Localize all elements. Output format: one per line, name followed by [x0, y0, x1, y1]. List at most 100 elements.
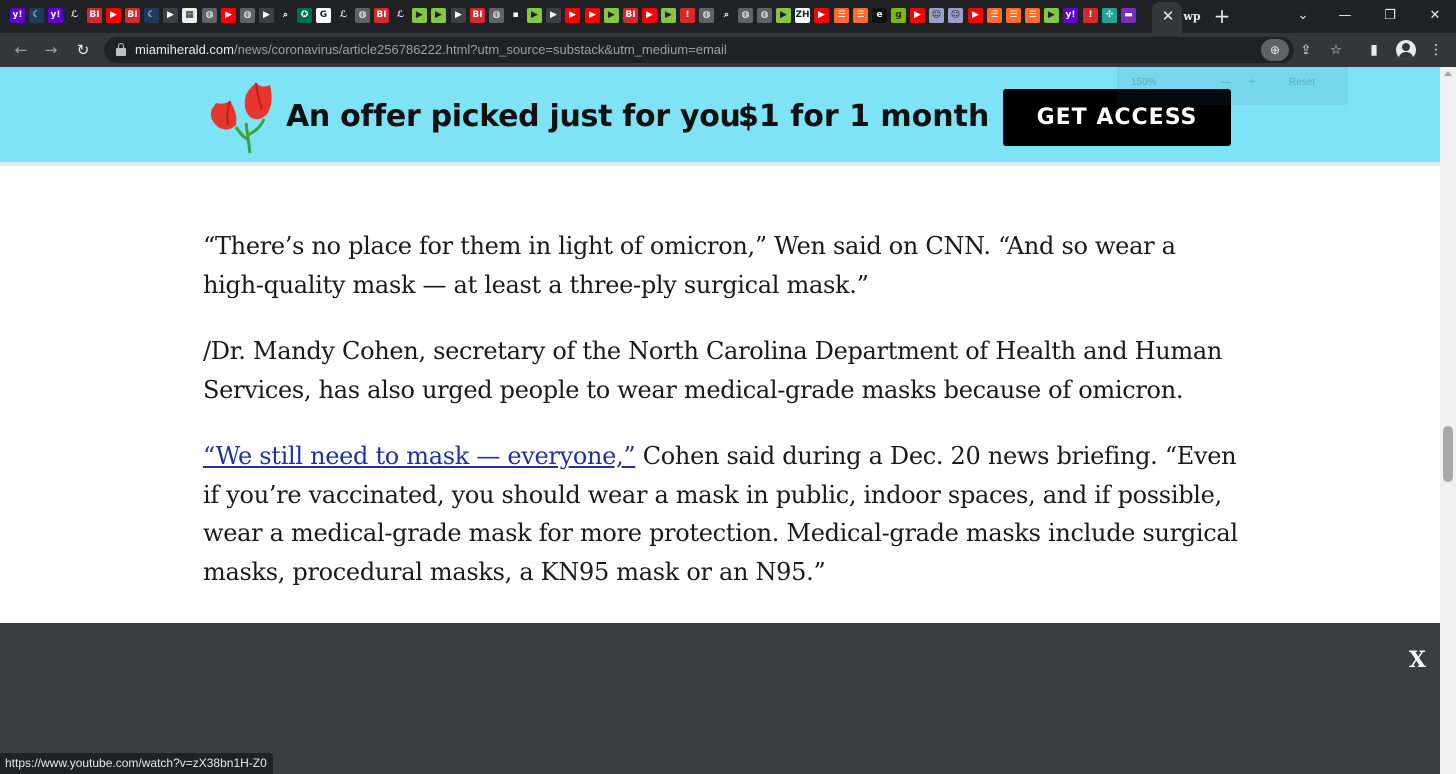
- scrollbar-thumb[interactable]: [1443, 426, 1453, 482]
- rumble-icon[interactable]: ▶: [661, 8, 676, 23]
- latimes-icon[interactable]: ℒ: [67, 8, 82, 23]
- image-icon[interactable]: ▪: [508, 8, 523, 23]
- tab-search-icon[interactable]: ⌄: [1288, 4, 1318, 26]
- offer-price: $1 for 1 month: [738, 99, 990, 134]
- bi-icon[interactable]: BI: [623, 8, 638, 23]
- rumble-icon[interactable]: ▶: [1044, 8, 1059, 23]
- page-scrollbar[interactable]: [1440, 67, 1456, 774]
- youtube-icon[interactable]: ▶: [221, 8, 236, 23]
- article-paragraph: “We still need to mask — everyone,” Cohe…: [203, 437, 1243, 591]
- url-path: /news/coronavirus/article256786222.html?…: [233, 42, 727, 57]
- url-text[interactable]: miamiherald.com/news/coronavirus/article…: [135, 42, 727, 58]
- article-body: “There’s no place for them in light of o…: [203, 227, 1243, 619]
- search-icon[interactable]: ⌕: [719, 8, 734, 23]
- portrait-icon[interactable]: ☺: [948, 8, 963, 23]
- tab-strip: y! ☾ y! ℒ BI ▶ BI ☾ ▶ ▦ ◍ ▶ ◍ ▶ ⌕ ✪ G ℒ ◍ BI ℒ ▶ ▶ ▶ BI ◍ ▪ ▶ ▶ ▶ ▶ ▶ BI…: [0, 0, 1456, 33]
- play-icon[interactable]: ▶: [546, 8, 561, 23]
- play-icon[interactable]: ▶: [451, 8, 466, 23]
- zoom-reset-button[interactable]: Reset: [1289, 77, 1315, 88]
- washington-post-tab-icon[interactable]: wp: [1183, 8, 1201, 24]
- crescent-icon[interactable]: ☾: [29, 8, 44, 23]
- lock-icon[interactable]: [116, 43, 126, 56]
- zoom-out-button[interactable]: —: [1221, 77, 1231, 88]
- share-icon[interactable]: ⇪: [1296, 41, 1316, 59]
- globe-icon[interactable]: ◍: [489, 8, 504, 23]
- latimes-icon[interactable]: ℒ: [336, 8, 351, 23]
- map-icon[interactable]: ▦: [182, 8, 197, 23]
- bi-icon[interactable]: BI: [374, 8, 389, 23]
- new-tab-button[interactable]: +: [1210, 4, 1234, 28]
- zoom-level: 150%: [1131, 77, 1157, 88]
- yahoo-icon[interactable]: y!: [10, 8, 25, 23]
- tab-close-icon[interactable]: ✕: [1158, 6, 1178, 26]
- offer-banner: An offer picked just for you. $1 for 1 m…: [0, 67, 1440, 166]
- zerohedge-icon[interactable]: ZH: [795, 8, 810, 23]
- starbucks-icon[interactable]: ✪: [297, 8, 312, 23]
- bottom-ad-overlay: X: [0, 623, 1440, 774]
- rumble-icon[interactable]: ▶: [412, 8, 427, 23]
- yahoo-icon[interactable]: y!: [48, 8, 63, 23]
- side-panel-icon[interactable]: ▮: [1362, 38, 1386, 62]
- portrait-icon[interactable]: ☺: [929, 8, 944, 23]
- globe-icon[interactable]: ◍: [240, 8, 255, 23]
- youtube-icon[interactable]: ▶: [585, 8, 600, 23]
- overlay-close-button[interactable]: X: [1409, 647, 1426, 673]
- alert-icon[interactable]: !: [680, 8, 695, 23]
- restore-icon[interactable]: ❐: [1375, 4, 1405, 26]
- play-icon[interactable]: ▶: [163, 8, 178, 23]
- page-viewport: An offer picked just for you. $1 for 1 m…: [0, 67, 1440, 774]
- youtube-icon[interactable]: ▶: [814, 8, 829, 23]
- ribbon-icon[interactable]: ▬: [1121, 8, 1136, 23]
- globe-icon[interactable]: ◍: [355, 8, 370, 23]
- bi-icon[interactable]: BI: [87, 8, 102, 23]
- youtube-icon[interactable]: ▶: [910, 8, 925, 23]
- bookmark-icon[interactable]: ☰: [987, 8, 1002, 23]
- letter-e-icon[interactable]: e: [872, 8, 887, 23]
- bookmark-icon[interactable]: ☰: [1025, 8, 1040, 23]
- globe-icon[interactable]: ◍: [757, 8, 772, 23]
- quote-link[interactable]: “We still need to mask — everyone,”: [203, 442, 636, 470]
- google-icon[interactable]: G: [316, 8, 331, 23]
- bi-icon[interactable]: BI: [125, 8, 140, 23]
- rumble-icon[interactable]: ▶: [431, 8, 446, 23]
- bookmark-star-icon[interactable]: ☆: [1326, 41, 1346, 59]
- rumble-icon[interactable]: ▶: [527, 8, 542, 23]
- article-paragraph: “There’s no place for them in light of o…: [203, 232, 1176, 299]
- reload-icon[interactable]: ↻: [70, 37, 96, 63]
- browser-toolbar: ← → ↻ miamiherald.com/news/coronavirus/a…: [0, 33, 1456, 67]
- bi-icon[interactable]: BI: [470, 8, 485, 23]
- crescent-icon[interactable]: ☾: [144, 8, 159, 23]
- globe-icon[interactable]: ◍: [202, 8, 217, 23]
- rumble-icon[interactable]: ▶: [604, 8, 619, 23]
- status-bar-url: https://www.youtube.com/watch?v=zX38bn1H…: [0, 753, 273, 774]
- bookmark-icon[interactable]: ☰: [853, 8, 868, 23]
- search-icon[interactable]: ⌕: [278, 8, 293, 23]
- letter-g-icon[interactable]: g: [891, 8, 906, 23]
- pinwheel-icon[interactable]: ✣: [1102, 8, 1117, 23]
- bookmark-icon[interactable]: ☰: [1006, 8, 1021, 23]
- play-icon[interactable]: ▶: [259, 8, 274, 23]
- article-paragraph: /Dr. Mandy Cohen, secretary of the North…: [203, 337, 1223, 404]
- window-close-icon[interactable]: ✕: [1420, 4, 1450, 26]
- globe-icon[interactable]: ◍: [699, 8, 714, 23]
- menu-dots-icon[interactable]: ⋮: [1424, 38, 1448, 62]
- back-arrow-icon[interactable]: ←: [8, 37, 34, 63]
- minimize-icon[interactable]: —: [1330, 4, 1360, 26]
- youtube-icon[interactable]: ▶: [106, 8, 121, 23]
- scroll-up-arrow-icon[interactable]: [1444, 71, 1452, 76]
- address-bar[interactable]: miamiherald.com/news/coronavirus/article…: [104, 37, 1311, 63]
- offer-headline: An offer picked just for you.: [286, 99, 752, 134]
- zoom-icon[interactable]: ⊕: [1261, 39, 1289, 61]
- globe-icon[interactable]: ◍: [738, 8, 753, 23]
- latimes-icon[interactable]: ℒ: [393, 8, 408, 23]
- yahoo-icon[interactable]: y!: [1063, 8, 1078, 23]
- bookmark-icon[interactable]: ☰: [834, 8, 849, 23]
- rumble-icon[interactable]: ▶: [776, 8, 791, 23]
- forward-arrow-icon[interactable]: →: [38, 37, 64, 63]
- alert-icon[interactable]: !: [1083, 8, 1098, 23]
- profile-avatar[interactable]: [1396, 40, 1416, 60]
- youtube-icon[interactable]: ▶: [642, 8, 657, 23]
- youtube-icon[interactable]: ▶: [968, 8, 983, 23]
- youtube-icon[interactable]: ▶: [565, 8, 580, 23]
- zoom-in-button[interactable]: +: [1249, 77, 1255, 88]
